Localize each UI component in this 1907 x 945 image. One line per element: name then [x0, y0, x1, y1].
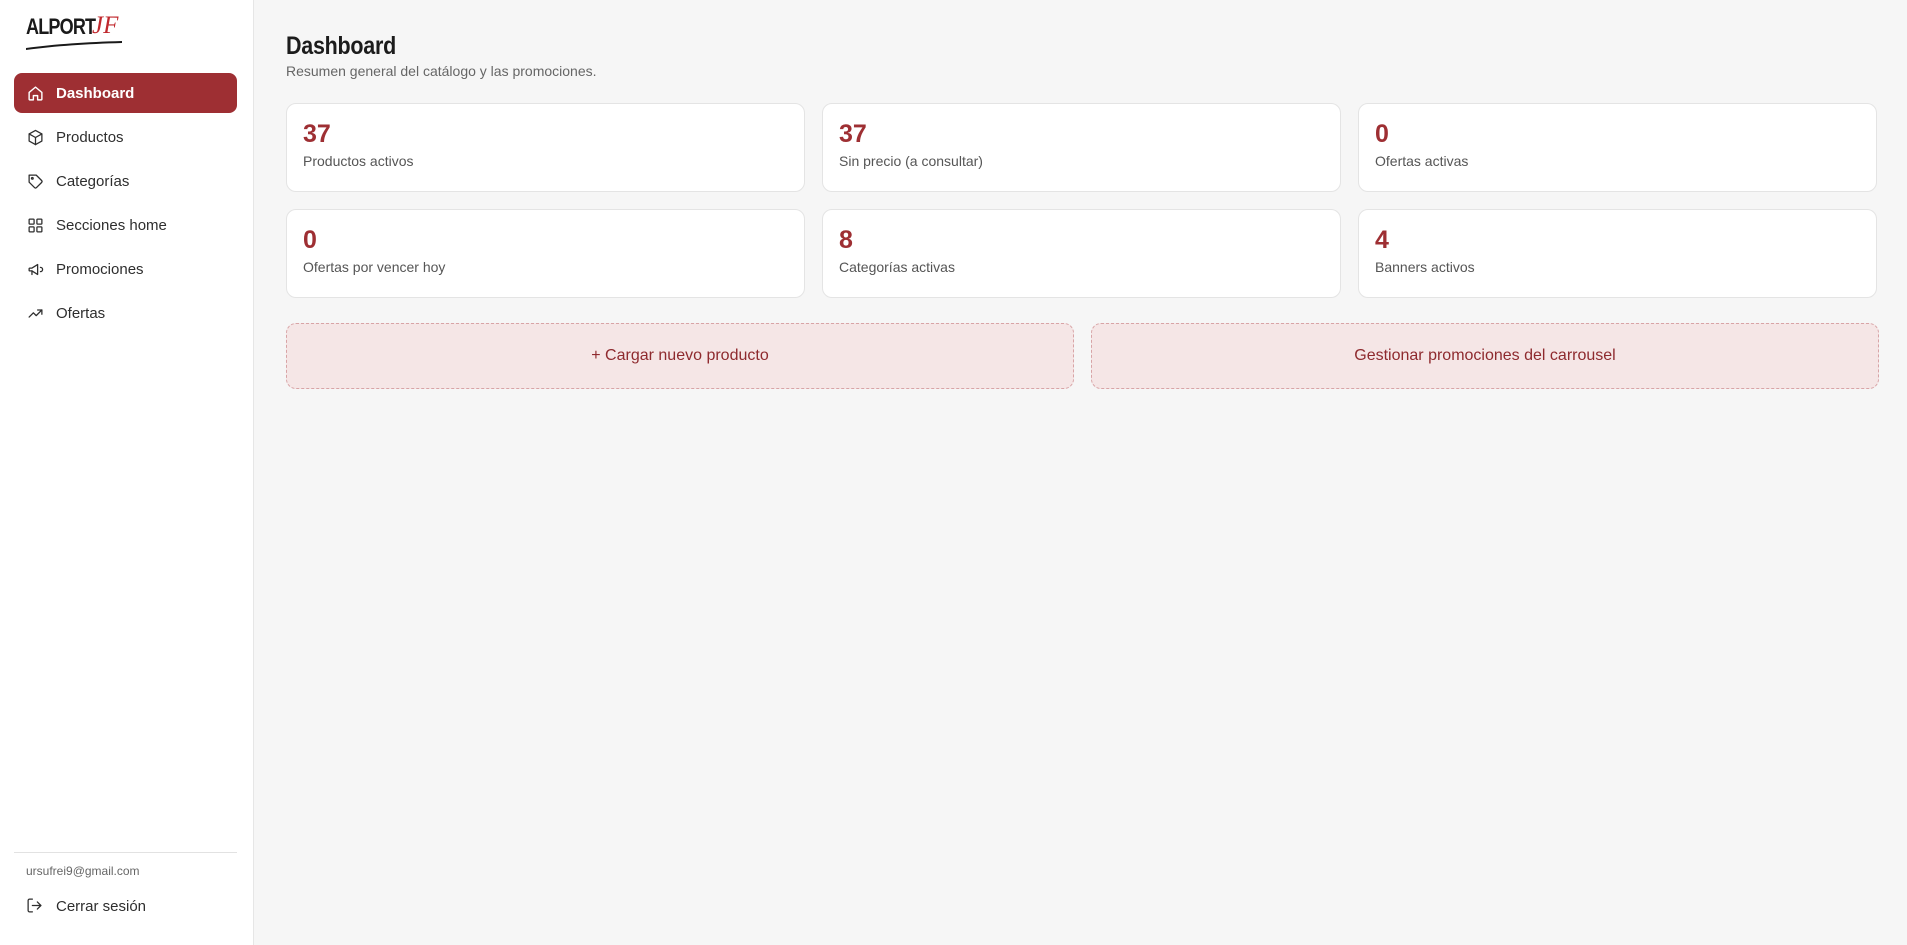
- stat-value: 37: [303, 120, 331, 148]
- logout-icon: [26, 897, 44, 915]
- stat-label: Ofertas por vencer hoy: [303, 259, 446, 275]
- sidebar-item-secciones-home[interactable]: Secciones home: [14, 205, 237, 245]
- stat-card-sin-precio: 37 Sin precio (a consultar): [822, 103, 1341, 192]
- logo-accent: JF: [92, 12, 119, 39]
- megaphone-icon: [26, 260, 44, 278]
- stat-card-productos-activos: 37 Productos activos: [286, 103, 805, 192]
- sidebar-item-label: Promociones: [56, 260, 144, 278]
- stat-value: 0: [1375, 120, 1389, 148]
- stat-label: Banners activos: [1375, 259, 1475, 275]
- logo-text: ALPORT: [26, 14, 96, 39]
- page-subtitle: Resumen general del catálogo y las promo…: [286, 63, 597, 79]
- stats-grid: 37 Productos activos 37 Sin precio (a co…: [286, 103, 1879, 298]
- sidebar-item-promociones[interactable]: Promociones: [14, 249, 237, 289]
- sidebar-item-dashboard[interactable]: Dashboard: [14, 73, 237, 113]
- sidebar-nav: Dashboard Productos Categorías Secciones…: [14, 73, 237, 337]
- sidebar-item-ofertas[interactable]: Ofertas: [14, 293, 237, 333]
- stat-label: Sin precio (a consultar): [839, 153, 983, 169]
- logout-label: Cerrar sesión: [56, 897, 147, 915]
- page-title: Dashboard: [286, 32, 396, 60]
- stat-value: 4: [1375, 226, 1389, 254]
- stat-value: 0: [303, 226, 317, 254]
- trending-up-icon: [26, 304, 44, 322]
- user-email: ursufrei9@gmail.com: [26, 864, 140, 878]
- stat-card-ofertas-activas: 0 Ofertas activas: [1358, 103, 1877, 192]
- stat-card-banners-activos: 4 Banners activos: [1358, 209, 1877, 298]
- home-icon: [26, 84, 44, 102]
- stat-label: Categorías activas: [839, 259, 955, 275]
- sidebar-footer: ursufrei9@gmail.com Cerrar sesión: [14, 852, 237, 945]
- quick-actions: + Cargar nuevo producto Gestionar promoc…: [286, 323, 1879, 389]
- stat-card-ofertas-por-vencer: 0 Ofertas por vencer hoy: [286, 209, 805, 298]
- grid-icon: [26, 216, 44, 234]
- stat-card-categorias-activas: 8 Categorías activas: [822, 209, 1341, 298]
- logout-button[interactable]: Cerrar sesión: [14, 886, 237, 926]
- logo-swoosh-icon: [26, 41, 122, 50]
- tag-icon: [26, 172, 44, 190]
- sidebar: ALPORT JF Dashboard Productos Categorías…: [0, 0, 254, 945]
- manage-promotions-button[interactable]: Gestionar promociones del carrousel: [1091, 323, 1879, 389]
- app-root: ALPORT JF Dashboard Productos Categorías…: [0, 0, 1907, 945]
- stat-label: Productos activos: [303, 153, 414, 169]
- sidebar-item-label: Categorías: [56, 172, 130, 190]
- sidebar-item-productos[interactable]: Productos: [14, 117, 237, 157]
- main-content: Dashboard Resumen general del catálogo y…: [254, 0, 1907, 945]
- sidebar-item-label: Secciones home: [56, 216, 167, 234]
- new-product-button[interactable]: + Cargar nuevo producto: [286, 323, 1074, 389]
- brand-logo[interactable]: ALPORT JF: [26, 12, 122, 50]
- stat-value: 37: [839, 120, 867, 148]
- box-icon: [26, 128, 44, 146]
- stat-value: 8: [839, 226, 853, 254]
- sidebar-item-label: Productos: [56, 128, 124, 146]
- stat-label: Ofertas activas: [1375, 153, 1469, 169]
- sidebar-item-categorias[interactable]: Categorías: [14, 161, 237, 201]
- sidebar-item-label: Ofertas: [56, 304, 106, 322]
- sidebar-item-label: Dashboard: [56, 84, 135, 102]
